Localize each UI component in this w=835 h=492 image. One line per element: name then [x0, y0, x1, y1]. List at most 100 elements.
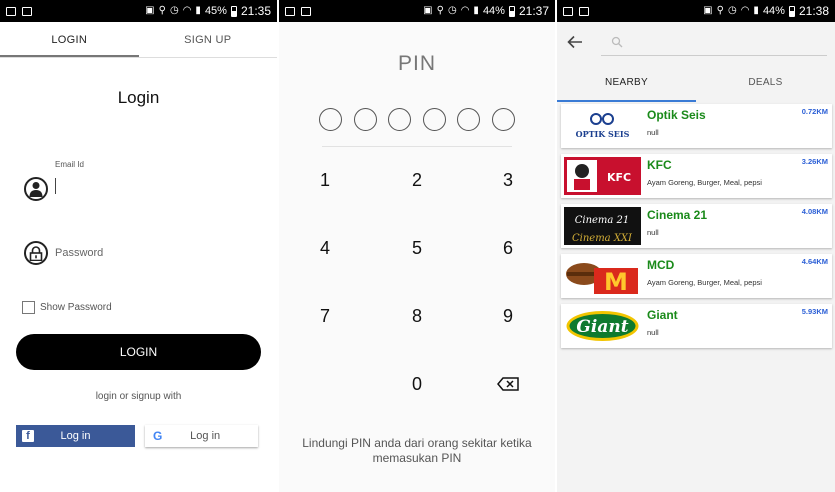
- location-icon: ⚲: [158, 5, 166, 16]
- social-login-caption: login or signup with: [95, 391, 182, 402]
- merchant-logo: KFC: [564, 157, 641, 195]
- pin-dot: [491, 108, 515, 131]
- tab-sign-up[interactable]: SIGN UP: [139, 22, 278, 57]
- email-field[interactable]: [55, 178, 56, 194]
- show-password-checkbox[interactable]: [22, 301, 35, 314]
- top-bar: [557, 22, 835, 64]
- merchant-logo: M: [564, 257, 641, 295]
- key-0[interactable]: 0: [387, 369, 447, 399]
- key-8[interactable]: 8: [387, 301, 447, 331]
- clock: 21:37: [518, 4, 549, 18]
- battery-icon: [788, 5, 795, 17]
- nearby-tabs: NEARBY DEALS: [557, 64, 835, 102]
- merchant-description: Ayam Goreng, Burger, Meal, pepsi: [647, 178, 762, 187]
- list-item[interactable]: OPTIK SEIS Optik Seis null 0.72KM: [561, 104, 832, 148]
- pin-dot: [388, 108, 412, 131]
- pin-dot: [422, 108, 446, 131]
- location-icon: ⚲: [716, 5, 724, 16]
- logo-text: Cinema 21: [575, 215, 630, 226]
- google-icon: G: [153, 429, 163, 443]
- pin-title: PIN: [397, 52, 436, 75]
- backspace-icon: [497, 377, 519, 391]
- alarm-icon: ◷: [447, 5, 457, 16]
- tab-login[interactable]: LOGIN: [0, 22, 139, 57]
- merchant-logo: Giant: [564, 307, 641, 345]
- alarm-icon: ◷: [169, 5, 179, 16]
- wifi-icon: ◠: [460, 5, 470, 16]
- battery-percent: 45%: [204, 5, 227, 17]
- status-bar: ▣ ⚲ ◷ ◠ ▮ 45% 21:35: [0, 0, 277, 22]
- auth-tabs: LOGIN SIGN UP: [0, 22, 277, 58]
- nfc-icon: ▣: [423, 5, 433, 16]
- battery-icon: [508, 5, 515, 17]
- merchant-description: null: [647, 128, 659, 137]
- search-input[interactable]: [601, 32, 827, 56]
- svg-text:Cinema XXI: Cinema XXI: [572, 233, 633, 244]
- facebook-icon: f: [22, 430, 34, 442]
- logo-text: Giant: [576, 317, 628, 337]
- nearby-screen: ▣ ⚲ ◷ ◠ ▮ 44% 21:38 NEARBY DEALS OPTIK S…: [557, 0, 835, 492]
- merchant-description: null: [647, 228, 659, 237]
- key-4[interactable]: 4: [295, 233, 355, 263]
- list-item[interactable]: KFC KFC Ayam Goreng, Burger, Meal, pepsi…: [561, 154, 832, 198]
- merchant-description: null: [647, 328, 659, 337]
- merchant-distance: 3.26KM: [801, 157, 828, 166]
- signal-icon: ▮: [195, 5, 201, 16]
- nfc-icon: ▣: [703, 5, 713, 16]
- signal-icon: ▮: [473, 5, 479, 16]
- merchant-list: OPTIK SEIS Optik Seis null 0.72KM KFC KF…: [561, 104, 832, 354]
- merchant-distance: 5.93KM: [801, 307, 828, 316]
- pin-dot: [319, 108, 342, 131]
- key-7[interactable]: 7: [295, 301, 355, 331]
- pin-indicator: [319, 108, 515, 131]
- tab-deals[interactable]: DEALS: [696, 64, 835, 102]
- battery-percent: 44%: [482, 5, 505, 17]
- pin-screen: ▣ ⚲ ◷ ◠ ▮ 44% 21:37 PIN 1 2 3 4 5 6 7 8 …: [279, 0, 555, 492]
- key-5[interactable]: 5: [387, 233, 447, 263]
- battery-percent: 44%: [762, 5, 785, 17]
- email-label: Email Id: [55, 160, 84, 169]
- pin-dot: [353, 108, 377, 131]
- password-field[interactable]: Password: [55, 247, 103, 259]
- merchant-distance: 4.08KM: [801, 207, 828, 216]
- key-1[interactable]: 1: [295, 165, 355, 195]
- wifi-icon: ◠: [182, 5, 192, 16]
- key-2[interactable]: 2: [387, 165, 447, 195]
- pin-dot: [457, 108, 481, 131]
- pin-hint: Lindungi PIN anda dari orang sekitar ket…: [302, 436, 532, 465]
- tab-nearby[interactable]: NEARBY: [557, 64, 696, 102]
- battery-icon: [230, 5, 237, 17]
- merchant-distance: 0.72KM: [801, 107, 828, 116]
- nfc-icon: ▣: [145, 5, 155, 16]
- alarm-icon: ◷: [727, 5, 737, 16]
- status-bar: ▣ ⚲ ◷ ◠ ▮ 44% 21:38: [557, 0, 835, 22]
- lock-icon: [24, 241, 48, 265]
- google-login-button[interactable]: G Log in: [145, 425, 258, 447]
- list-item[interactable]: Giant Giant null 5.93KM: [561, 304, 832, 348]
- backspace-key[interactable]: [496, 373, 520, 395]
- login-screen: ▣ ⚲ ◷ ◠ ▮ 45% 21:35 LOGIN SIGN UP Login …: [0, 0, 277, 492]
- divider: [322, 146, 512, 147]
- merchant-logo: Cinema 21 Cinema XXI: [564, 207, 641, 245]
- gallery-notification-icon: [563, 6, 573, 16]
- message-notification-icon: [301, 6, 311, 16]
- page-title: Login: [117, 88, 160, 107]
- facebook-login-button[interactable]: f Log in: [16, 425, 135, 447]
- login-button[interactable]: LOGIN: [16, 334, 261, 370]
- list-item[interactable]: M MCD Ayam Goreng, Burger, Meal, pepsi 4…: [561, 254, 832, 298]
- back-arrow-icon[interactable]: [567, 34, 583, 50]
- key-6[interactable]: 6: [478, 233, 538, 263]
- key-9[interactable]: 9: [478, 301, 538, 331]
- status-bar: ▣ ⚲ ◷ ◠ ▮ 44% 21:37: [279, 0, 555, 22]
- merchant-logo: OPTIK SEIS: [564, 107, 641, 145]
- gallery-notification-icon: [285, 6, 295, 16]
- facebook-button-label: Log in: [60, 430, 91, 442]
- wifi-icon: ◠: [740, 5, 750, 16]
- merchant-description: Ayam Goreng, Burger, Meal, pepsi: [647, 278, 762, 287]
- list-item[interactable]: Cinema 21 Cinema XXI Cinema 21 null 4.08…: [561, 204, 832, 248]
- clock: 21:38: [798, 4, 829, 18]
- message-notification-icon: [22, 6, 32, 16]
- app-screenshots: ▣ ⚲ ◷ ◠ ▮ 45% 21:35 LOGIN SIGN UP Login …: [0, 0, 835, 492]
- key-3[interactable]: 3: [478, 165, 538, 195]
- message-notification-icon: [579, 6, 589, 16]
